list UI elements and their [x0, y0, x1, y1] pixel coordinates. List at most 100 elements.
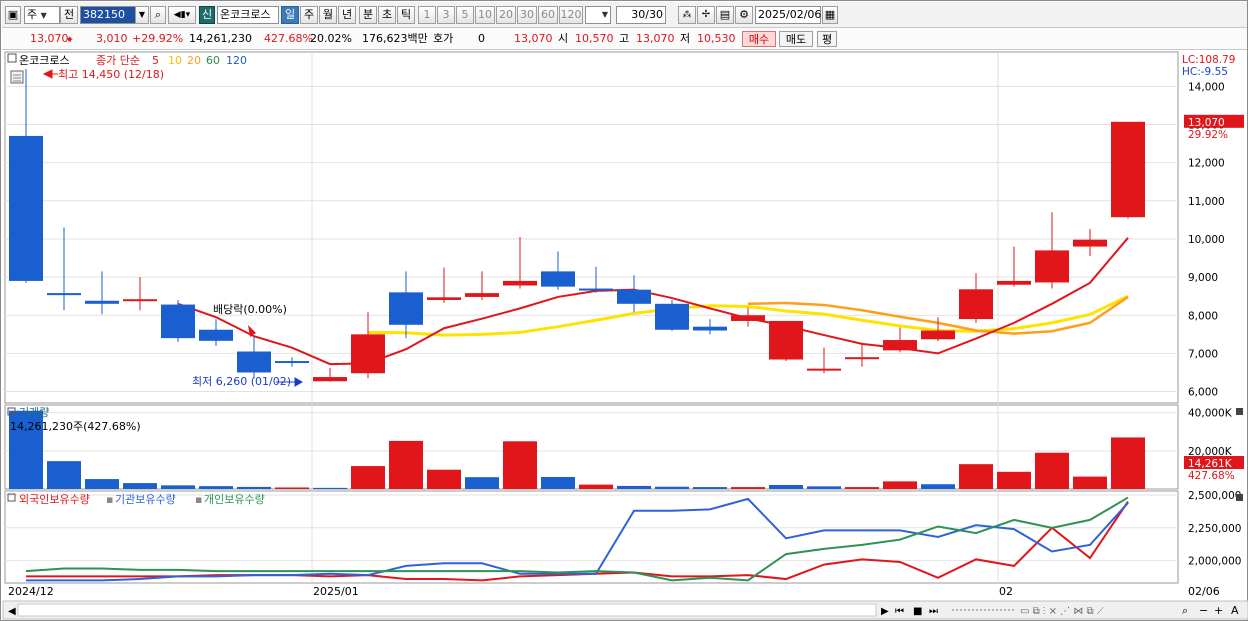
close-icon[interactable]	[1236, 408, 1243, 415]
price-y-tick: 12,000	[1188, 158, 1225, 170]
candle-body	[959, 289, 993, 320]
legend-individual: 개인보유수량	[204, 493, 265, 506]
candle-body	[47, 293, 81, 296]
sell-button[interactable]: 매도	[779, 31, 813, 47]
ma-label: 종가 단순	[96, 54, 140, 67]
price-panel-title: 온코크로스	[19, 54, 70, 67]
volume-bar	[199, 486, 233, 489]
high-price: 13,070	[636, 32, 675, 45]
close-icon[interactable]	[1236, 494, 1243, 501]
crosshair-icon[interactable]: ✢	[697, 6, 715, 24]
code-dropdown-icon[interactable]: ▼	[135, 6, 149, 24]
chart-area[interactable]: 14,00013,00012,00011,00010,0009,0008,000…	[2, 50, 1248, 621]
drawing-tools-icon[interactable]: ▭ ⧉ ⫶ ⨯ ⋰ ⋈ ⧉ ⟋	[1020, 606, 1104, 617]
eval-button[interactable]: 평	[817, 31, 837, 47]
volume-bar	[617, 485, 651, 489]
bar-count: 30	[631, 8, 646, 21]
tab-period-second[interactable]: 초	[378, 6, 396, 24]
volume-bar	[275, 487, 309, 489]
volume-panel-title: 거래량	[19, 406, 49, 419]
y-axis-ticks: 14,00013,00012,00011,00010,0009,0008,000…	[1188, 81, 1241, 567]
scroll-right-icon[interactable]: ▶	[881, 606, 889, 617]
bar-count-total: /30	[645, 8, 663, 21]
first-page-icon[interactable]: ⏮	[895, 606, 904, 617]
market-select[interactable]: 주 ▼	[24, 6, 60, 24]
window-menu-icon[interactable]: ▣	[5, 6, 21, 24]
interval-10[interactable]: 10	[475, 6, 495, 24]
font-size-icon[interactable]: A	[1231, 604, 1239, 617]
stock-name-field[interactable]: 온코크로스	[217, 6, 279, 24]
volume-bar	[769, 484, 803, 489]
tab-period-month[interactable]: 월	[319, 6, 337, 24]
tab-period-week[interactable]: 주	[300, 6, 318, 24]
candle-body	[85, 300, 119, 304]
candle-body	[389, 292, 423, 325]
calendar-icon[interactable]: ▦	[822, 6, 838, 24]
legend-institution: 기관보유수량	[115, 493, 176, 506]
gear-icon[interactable]: ⚙	[735, 6, 753, 24]
compare-icon[interactable]: ⁂	[678, 6, 696, 24]
interval-1[interactable]: 1	[418, 6, 436, 24]
candle-body	[1111, 121, 1145, 218]
candle-body	[313, 377, 347, 382]
prev-button[interactable]: 전	[60, 6, 78, 24]
price-y-tick: 11,000	[1188, 196, 1225, 208]
volume-value: 14,261,230	[189, 32, 252, 45]
date-field[interactable]: 2025/02/06	[755, 6, 821, 24]
bar-count-field[interactable]: 30/30	[616, 6, 666, 24]
stock-code-input[interactable]: 382150	[80, 6, 136, 24]
open-label: 시	[558, 32, 569, 45]
candle-body	[503, 280, 537, 286]
candle-body	[617, 289, 651, 304]
tab-period-minute[interactable]: 분	[359, 6, 377, 24]
scroll-track[interactable]	[17, 603, 877, 617]
legend-separator: ▪	[195, 493, 202, 506]
ma-20-label: 20	[187, 54, 201, 67]
candle-body	[237, 351, 271, 373]
volume-bar	[389, 440, 423, 489]
candle-body	[807, 368, 841, 371]
last-pct-tag-text: 29.92%	[1188, 129, 1228, 141]
interval-20[interactable]: 20	[496, 6, 516, 24]
candle-body	[541, 271, 575, 287]
x-label-2024-12: 2024/12	[8, 585, 54, 598]
interval-60[interactable]: 60	[538, 6, 558, 24]
volume-pct: 427.68%	[264, 32, 313, 45]
high-label: 고	[619, 32, 630, 45]
up-arrow-icon: 🠹	[66, 32, 74, 46]
volume-bar	[1111, 437, 1145, 489]
scroll-left-icon[interactable]: ◀	[8, 606, 16, 617]
zoom-out-icon[interactable]: −	[1199, 604, 1208, 617]
zoom-icon[interactable]: ⌕	[1182, 604, 1188, 617]
hoga-price: 13,070	[514, 32, 553, 45]
volume-bar	[123, 483, 157, 489]
volume-bar	[921, 484, 955, 489]
interval-5[interactable]: 5	[456, 6, 474, 24]
candle-body	[655, 303, 689, 330]
chevron-down-icon: ▼	[601, 10, 608, 19]
buy-button[interactable]: 매수	[742, 31, 776, 47]
interval-select[interactable]: ▼	[585, 6, 611, 24]
price-y-tick: 9,000	[1188, 272, 1218, 284]
hoga-label: 호가	[433, 32, 454, 45]
low-price: 10,530	[697, 32, 736, 45]
volume-bar	[465, 477, 499, 489]
volume-bar	[845, 487, 879, 489]
last-page-icon[interactable]: ⏭	[929, 606, 938, 617]
new-listing-badge: 신	[199, 6, 215, 24]
volume-bar	[1035, 452, 1069, 489]
volume-readout: 14,261,230주(427.68%)	[10, 420, 141, 433]
interval-120[interactable]: 120	[559, 6, 583, 24]
tab-period-tick[interactable]: 틱	[397, 6, 415, 24]
interval-30[interactable]: 30	[517, 6, 537, 24]
speaker-icon[interactable]: ◀▮▾	[168, 6, 196, 24]
tab-period-day[interactable]: 일	[281, 6, 299, 24]
volume-bar	[693, 487, 727, 489]
zoom-in-icon[interactable]: +	[1214, 604, 1223, 617]
interval-3[interactable]: 3	[437, 6, 455, 24]
stop-icon[interactable]: ■	[913, 606, 922, 617]
tab-period-year[interactable]: 년	[338, 6, 356, 24]
holding-y-tick: 2,500,000	[1188, 490, 1241, 502]
save-icon[interactable]: ▤	[716, 6, 734, 24]
search-icon[interactable]: ⌕	[150, 6, 166, 24]
